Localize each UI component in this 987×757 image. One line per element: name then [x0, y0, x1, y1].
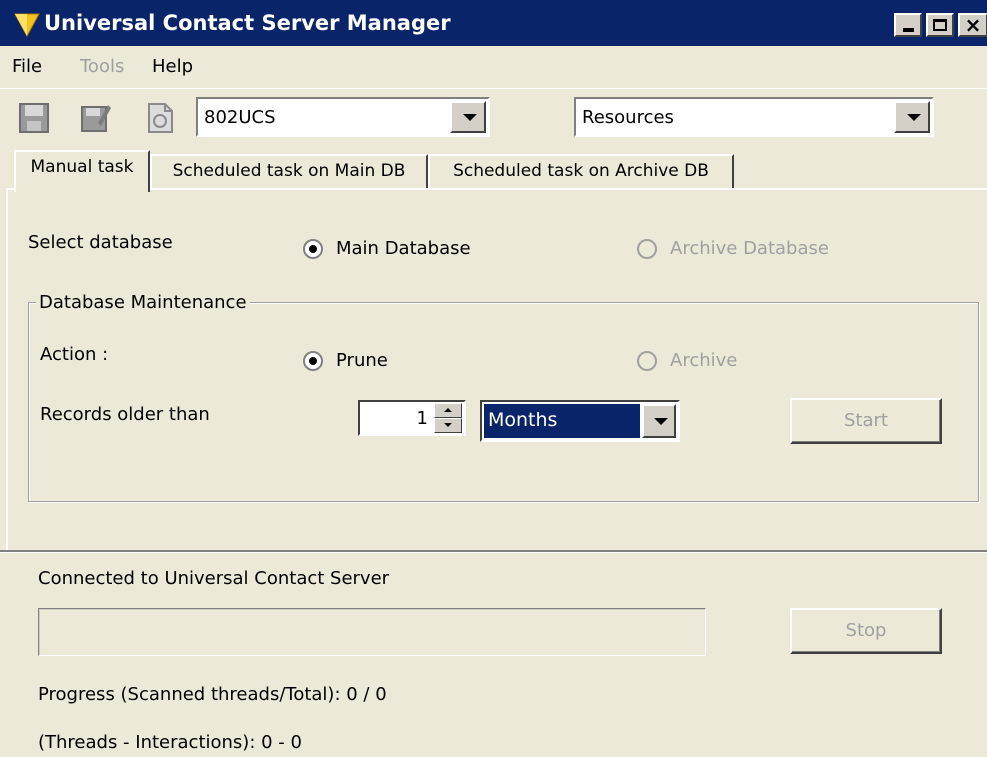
records-age-stepper[interactable]: 1	[358, 400, 466, 436]
refresh-icon[interactable]	[144, 101, 176, 135]
close-icon: ×	[964, 13, 982, 37]
select-database-label: Select database	[28, 232, 173, 253]
stepper-down-icon[interactable]	[434, 418, 462, 433]
archive-database-radio[interactable]	[636, 238, 658, 260]
threads-text: (Threads - Interactions): 0 - 0	[38, 732, 302, 753]
connection-status: Connected to Universal Contact Server	[38, 568, 390, 589]
tab-strip: Manual task Scheduled task on Main DB Sc…	[0, 150, 987, 192]
server-combo-value: 802UCS	[204, 107, 276, 128]
menu-file[interactable]: File	[12, 56, 42, 77]
progress-text: Progress (Scanned threads/Total): 0 / 0	[38, 684, 387, 705]
chevron-down-icon[interactable]	[642, 404, 676, 438]
records-older-than-label: Records older than	[40, 404, 210, 425]
start-button[interactable]: Start	[790, 398, 942, 444]
time-unit-value: Months	[484, 404, 640, 438]
stop-button[interactable]: Stop	[790, 608, 942, 654]
stepper-buttons	[434, 403, 462, 433]
progress-bar	[38, 608, 706, 656]
main-database-radio[interactable]	[302, 238, 324, 260]
tab-label: Scheduled task on Archive DB	[453, 161, 709, 181]
records-age-value[interactable]: 1	[417, 408, 428, 429]
maximize-icon	[933, 19, 947, 31]
stepper-up-icon[interactable]	[434, 403, 462, 418]
archive-database-label[interactable]: Archive Database	[670, 238, 829, 259]
tab-scheduled-archive-db[interactable]: Scheduled task on Archive DB	[428, 154, 734, 190]
window-title: Universal Contact Server Manager	[44, 11, 451, 35]
archive-radio[interactable]	[636, 350, 658, 372]
tab-scheduled-main-db[interactable]: Scheduled task on Main DB	[150, 154, 428, 190]
edit-icon[interactable]	[80, 101, 112, 135]
minimize-icon	[903, 28, 914, 32]
archive-label[interactable]: Archive	[670, 350, 737, 371]
app-window: Universal Contact Server Manager × File …	[0, 0, 987, 757]
tab-label: Scheduled task on Main DB	[172, 161, 406, 181]
maximize-button[interactable]	[926, 13, 954, 37]
group-title: Database Maintenance	[36, 292, 250, 313]
title-bar[interactable]: Universal Contact Server Manager ×	[0, 0, 987, 46]
menu-tools[interactable]: Tools	[80, 56, 124, 77]
action-label: Action :	[40, 344, 109, 365]
chevron-down-icon[interactable]	[450, 101, 486, 133]
category-combo[interactable]: Resources	[574, 97, 934, 137]
prune-label[interactable]: Prune	[336, 350, 388, 371]
toolbar: 802UCS Resources	[0, 88, 987, 150]
app-logo-icon	[14, 13, 40, 38]
tab-manual-task[interactable]: Manual task	[14, 150, 150, 192]
main-database-label[interactable]: Main Database	[336, 238, 471, 259]
chevron-down-icon[interactable]	[894, 101, 930, 133]
close-button[interactable]: ×	[958, 13, 987, 37]
tab-label: Manual task	[30, 157, 134, 177]
prune-radio[interactable]	[302, 350, 324, 372]
category-combo-value: Resources	[582, 107, 674, 128]
time-unit-combo[interactable]: Months	[480, 400, 680, 442]
minimize-button[interactable]	[894, 13, 922, 37]
menu-bar: File Tools Help	[0, 46, 987, 88]
menu-help[interactable]: Help	[152, 56, 193, 77]
save-icon[interactable]	[18, 101, 50, 135]
server-combo[interactable]: 802UCS	[196, 97, 490, 137]
